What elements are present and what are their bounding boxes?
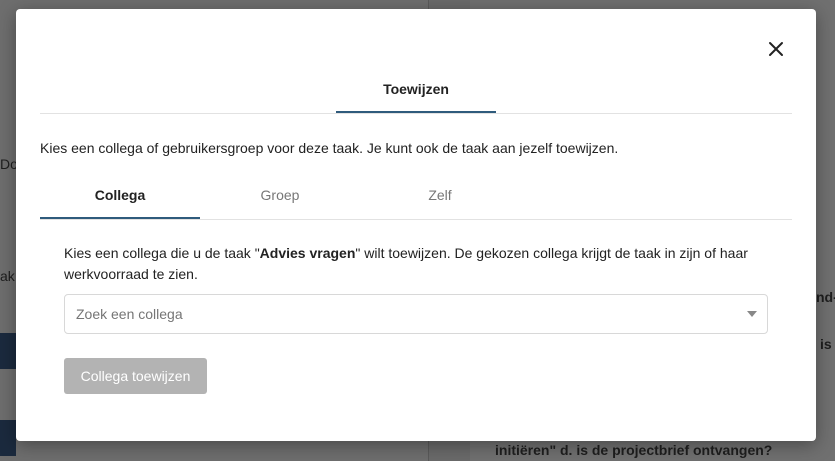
background-button: [0, 333, 16, 369]
task-name: Advies vragen: [259, 245, 356, 261]
assign-colleague-button[interactable]: Collega toewijzen: [64, 358, 207, 394]
background-text: is: [820, 336, 832, 352]
description-text: Kies een collega die u de taak ": [64, 245, 260, 261]
close-button[interactable]: [764, 37, 788, 61]
chevron-down-icon: [747, 311, 757, 317]
dialog-intro-text: Kies een collega of gebruikersgroep voor…: [40, 140, 619, 156]
assign-dialog: Toewijzen Kies een collega of gebruikers…: [16, 9, 816, 441]
search-placeholder: Zoek een collega: [76, 306, 183, 322]
dialog-header-tabs: Toewijzen: [40, 75, 792, 114]
background-button: [0, 420, 16, 456]
assign-type-tabs: Collega Groep Zelf: [40, 179, 792, 220]
background-text: ak: [0, 268, 15, 284]
colleague-search-select[interactable]: Zoek een collega: [64, 294, 768, 334]
tab-zelf[interactable]: Zelf: [360, 179, 520, 219]
background-text: nd-: [816, 289, 835, 305]
close-icon: [769, 42, 783, 56]
tab-collega[interactable]: Collega: [40, 179, 200, 219]
tab-groep[interactable]: Groep: [200, 179, 360, 219]
assign-description: Kies een collega die u de taak "Advies v…: [64, 243, 764, 285]
background-text: initiëren" d. is de projectbrief ontvang…: [495, 442, 773, 458]
tab-toewijzen[interactable]: Toewijzen: [336, 75, 496, 113]
